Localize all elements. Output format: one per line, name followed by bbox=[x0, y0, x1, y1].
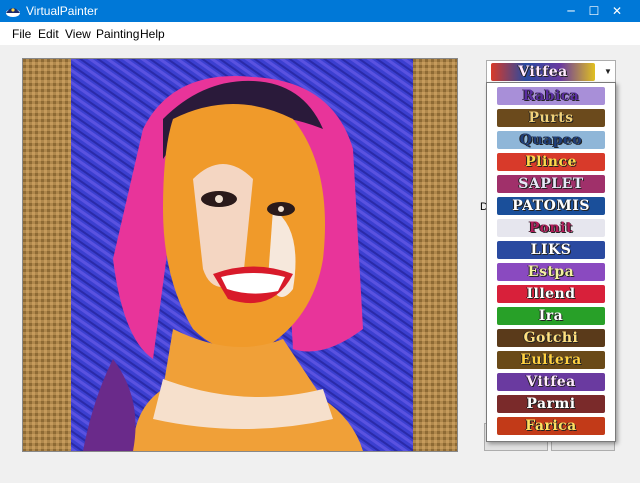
style-option-label: Gotchi bbox=[523, 330, 579, 346]
menu-edit[interactable]: Edit bbox=[38, 27, 59, 41]
style-option-rabica[interactable]: Rabica bbox=[497, 87, 605, 105]
style-option-label: Ponit bbox=[529, 220, 573, 236]
style-combobox[interactable]: Vitfea ▼ bbox=[486, 60, 616, 84]
menu-file[interactable]: File bbox=[12, 27, 31, 41]
style-option-label: PATOMIS bbox=[512, 198, 590, 214]
style-option-label: SAPLET bbox=[518, 176, 584, 192]
close-button[interactable]: ✕ bbox=[594, 0, 640, 22]
style-option-label: Quapeo bbox=[519, 132, 583, 148]
style-dropdown-list[interactable]: Rabica Purts Quapeo Plince SAPLET PATOMIS Poni… bbox=[486, 82, 616, 442]
style-option-vitfea[interactable]: Vitfea bbox=[497, 373, 605, 391]
style-option-parmi[interactable]: Parmi bbox=[497, 395, 605, 413]
style-option-farica[interactable]: Farica bbox=[497, 417, 605, 435]
style-option-label: Plince bbox=[525, 154, 577, 170]
style-option-label: Illend bbox=[526, 286, 576, 302]
style-option-label: Estpa bbox=[527, 264, 575, 280]
style-option-gotchi[interactable]: Gotchi bbox=[497, 329, 605, 347]
style-option-purts[interactable]: Purts bbox=[497, 109, 605, 127]
style-option-label: Vitfea bbox=[526, 374, 576, 390]
dropdown-arrow-icon[interactable]: ▼ bbox=[601, 61, 615, 83]
style-option-eultera[interactable]: Eultera bbox=[497, 351, 605, 369]
style-option-quapeo[interactable]: Quapeo bbox=[497, 131, 605, 149]
style-option-patomis[interactable]: PATOMIS bbox=[497, 197, 605, 215]
selected-style-label: Vitfea bbox=[518, 64, 568, 80]
style-option-saplet[interactable]: SAPLET bbox=[497, 175, 605, 193]
menu-bar: File Edit View Painting Help bbox=[0, 22, 640, 44]
style-option-label: Eultera bbox=[520, 352, 582, 368]
app-icon bbox=[6, 8, 20, 17]
menu-view[interactable]: View bbox=[65, 27, 91, 41]
style-option-label: LIKS bbox=[530, 242, 572, 258]
style-option-illend[interactable]: Illend bbox=[497, 285, 605, 303]
selected-style: Vitfea bbox=[491, 63, 595, 81]
style-option-label: Farica bbox=[525, 418, 577, 434]
style-option-liks[interactable]: LIKS bbox=[497, 241, 605, 259]
style-option-ponit[interactable]: Ponit bbox=[497, 219, 605, 237]
style-option-label: Rabica bbox=[522, 88, 580, 104]
style-option-estpa[interactable]: Estpa bbox=[497, 263, 605, 281]
menu-painting[interactable]: Painting bbox=[96, 27, 139, 41]
style-option-label: Purts bbox=[528, 110, 574, 126]
style-option-plince[interactable]: Plince bbox=[497, 153, 605, 171]
style-option-label: Parmi bbox=[526, 396, 576, 412]
title-bar: VirtualPainter ─ ☐ ✕ bbox=[0, 0, 640, 22]
style-option-ira[interactable]: Ira bbox=[497, 307, 605, 325]
painting-canvas[interactable] bbox=[22, 58, 458, 452]
menu-help[interactable]: Help bbox=[140, 27, 165, 41]
style-option-label: Ira bbox=[538, 308, 564, 324]
window-title: VirtualPainter bbox=[26, 4, 98, 18]
painting-image bbox=[23, 59, 457, 451]
close-icon: ✕ bbox=[611, 4, 623, 18]
